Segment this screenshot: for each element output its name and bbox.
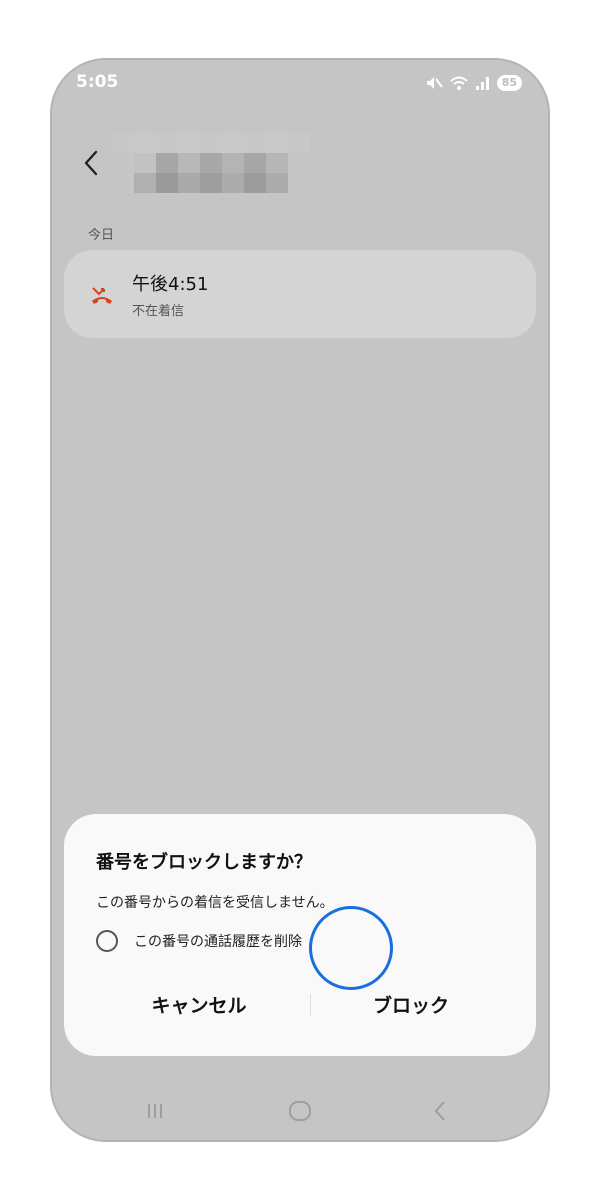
contact-name-pixel [288,173,310,193]
phone-screen: 5:05 85 今日 午後4:51 不在着信 番号をブロックしますか？ この番号… [50,58,550,1142]
contact-name-pixel [156,133,178,153]
contact-name-pixel [222,173,244,193]
cancel-button[interactable]: キャンセル [104,982,294,1026]
button-divider [310,994,311,1016]
contact-name-pixelated [112,133,310,193]
recent-apps-icon [148,1104,162,1118]
home-button[interactable] [285,1096,315,1126]
block-button-highlight-ring [309,906,393,990]
call-status: 不在着信 [132,304,185,319]
contact-name-pixel [244,153,266,173]
contact-name-pixel [156,153,178,173]
contact-name-pixel [222,153,244,173]
section-label-today: 今日 [88,228,115,243]
dialog-title: 番号をブロックしますか？ [96,852,312,873]
missed-call-icon [92,287,112,304]
call-time: 午後4:51 [132,274,209,295]
contact-name-pixel [134,133,156,153]
contact-name-pixel [112,173,134,193]
call-log-entry[interactable]: 午後4:51 不在着信 [64,250,536,338]
delete-history-checkbox-row[interactable]: この番号の通話履歴を削除 [96,926,302,956]
contact-name-pixel [266,173,288,193]
contact-name-pixel [178,173,200,193]
mute-icon [426,77,443,89]
contact-name-pixel [244,133,266,153]
contact-name-pixel [112,133,134,153]
contact-name-pixel [288,153,310,173]
delete-history-label: この番号の通話履歴を削除 [134,934,302,950]
nav-back-button[interactable] [425,1096,455,1126]
back-button[interactable] [78,148,108,178]
contact-name-pixel [200,173,222,193]
status-bar: 5:05 85 [50,58,550,108]
wifi-icon [450,76,468,90]
chevron-left-icon [84,150,98,176]
navigation-bar [50,1078,550,1142]
signal-icon [475,77,489,90]
recent-apps-button[interactable] [140,1096,170,1126]
home-icon [289,1101,311,1121]
block-confirm-dialog: 番号をブロックしますか？ この番号からの着信を受信しません。 この番号の通話履歴… [64,814,536,1056]
back-icon [434,1101,445,1121]
contact-name-pixel [222,133,244,153]
contact-name-pixel [266,133,288,153]
battery-icon: 85 [496,75,522,91]
contact-name-pixel [112,153,134,173]
contact-name-pixel [134,173,156,193]
delete-history-checkbox[interactable] [96,930,118,952]
contact-name-pixel [244,173,266,193]
contact-name-pixel [200,133,222,153]
contact-name-pixel [178,133,200,153]
status-icons: 85 [425,74,522,92]
contact-name-pixel [178,153,200,173]
contact-name-pixel [288,133,310,153]
contact-name-pixel [156,173,178,193]
status-time: 5:05 [76,72,119,92]
contact-name-pixel [134,153,156,173]
contact-name-pixel [266,153,288,173]
dialog-message: この番号からの着信を受信しません。 [96,895,334,911]
contact-name-pixel [200,153,222,173]
